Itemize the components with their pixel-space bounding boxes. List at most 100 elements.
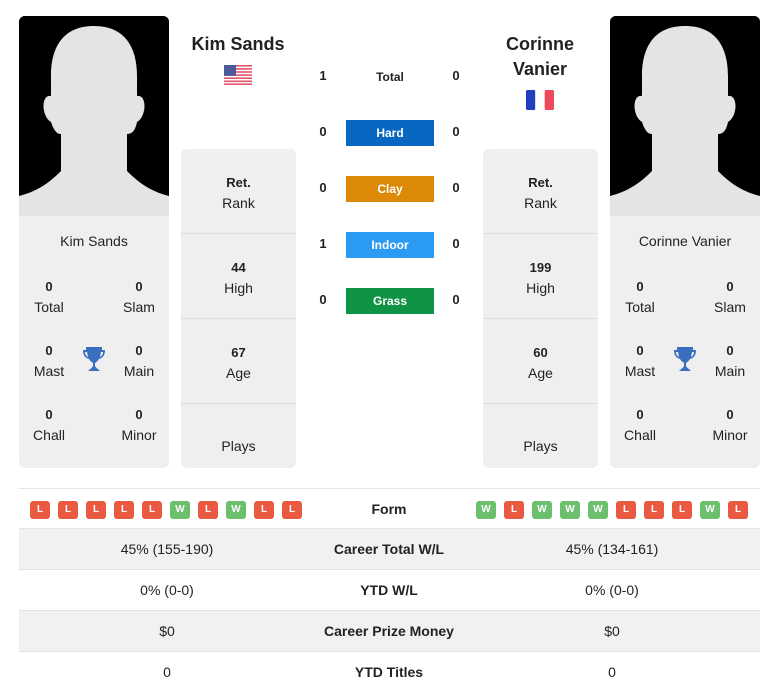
- player1-form-badges: LLLLLWLWLL: [30, 501, 302, 519]
- h2h-p2-count: 0: [452, 292, 460, 307]
- player1-titles-main: 0 Main: [109, 341, 169, 381]
- titles-main-label: Main: [714, 363, 746, 379]
- form-label: Form: [371, 501, 407, 517]
- titles-mast-label: Mast: [33, 363, 65, 379]
- form-win-badge[interactable]: W: [170, 501, 190, 519]
- form-loss-badge[interactable]: L: [142, 501, 162, 519]
- player1-age: 67 Age: [181, 319, 296, 404]
- player1-titles-mast: 0 Mast: [19, 341, 79, 381]
- h2h-p1-count: 1: [319, 68, 327, 83]
- rank-label: Rank: [222, 195, 255, 211]
- row-label: YTD Titles: [354, 664, 424, 680]
- form-loss-badge[interactable]: L: [30, 501, 50, 519]
- player2-form-badges: WLWWWLLLWL: [476, 501, 748, 519]
- trophy-icon: [83, 347, 105, 371]
- player2-header: Corinne Vanier: [475, 32, 605, 110]
- form-win-badge[interactable]: W: [560, 501, 580, 519]
- form-loss-badge[interactable]: L: [86, 501, 106, 519]
- comparison-row-prize-money: $0 Career Prize Money $0: [19, 611, 760, 652]
- high-value: 199: [529, 260, 552, 275]
- player1-value: 0: [163, 664, 171, 680]
- comparison-row-ytd-titles: 0 YTD Titles 0: [19, 652, 760, 693]
- player1-titles-chall: 0 Chall: [19, 405, 79, 445]
- player2-value: 0: [608, 664, 616, 680]
- form-win-badge[interactable]: W: [226, 501, 246, 519]
- form-loss-badge[interactable]: L: [114, 501, 134, 519]
- rank-value: Ret.: [226, 175, 251, 190]
- h2h-row-hard: 0 Hard 0: [310, 120, 470, 146]
- row-label: YTD W/L: [360, 582, 418, 598]
- titles-main-value: 0: [135, 343, 143, 358]
- form-loss-badge[interactable]: L: [198, 501, 218, 519]
- titles-minor-value: 0: [135, 407, 143, 422]
- player1-titles-total: 0 Total: [19, 277, 79, 317]
- form-loss-badge[interactable]: L: [672, 501, 692, 519]
- form-loss-badge[interactable]: L: [504, 501, 524, 519]
- rank-value: Ret.: [528, 175, 553, 190]
- surface-indoor-button[interactable]: Indoor: [346, 232, 434, 258]
- form-loss-badge[interactable]: L: [254, 501, 274, 519]
- player2-plays: Plays: [483, 404, 598, 468]
- form-win-badge[interactable]: W: [588, 501, 608, 519]
- player2-stats-card: Ret. Rank 199 High 60 Age Plays: [483, 149, 598, 468]
- player1-rank: Ret. Rank: [181, 149, 296, 234]
- titles-mast-label: Mast: [624, 363, 656, 379]
- player2-titles-card: Corinne Vanier 0 Total 0 Slam 0 Mast 0 M…: [610, 216, 760, 468]
- trophy-icon: [674, 347, 696, 371]
- player1-value: 45% (155-190): [120, 541, 214, 557]
- player2-titles-chall: 0 Chall: [610, 405, 670, 445]
- row-label: Career Total W/L: [333, 541, 445, 557]
- h2h-row-indoor: 1 Indoor 0: [310, 232, 470, 258]
- titles-minor-value: 0: [726, 407, 734, 422]
- player2-high: 199 High: [483, 234, 598, 319]
- h2h-p1-count: 0: [319, 124, 327, 139]
- age-label: Age: [528, 365, 553, 381]
- player1-titles-minor: 0 Minor: [109, 405, 169, 445]
- player2-name-line1[interactable]: Corinne: [475, 32, 605, 57]
- france-flag-icon: [526, 90, 554, 110]
- player2-age: 60 Age: [483, 319, 598, 404]
- player1-value: $0: [159, 623, 175, 639]
- form-row: LLLLLWLWLL Form WLWWWLLLWL: [19, 488, 760, 529]
- titles-chall-label: Chall: [624, 427, 656, 443]
- h2h-p1-count: 0: [319, 292, 327, 307]
- titles-slam-value: 0: [135, 279, 143, 294]
- form-loss-badge[interactable]: L: [282, 501, 302, 519]
- form-win-badge[interactable]: W: [532, 501, 552, 519]
- usa-flag-icon: [224, 65, 252, 85]
- h2h-p2-count: 0: [452, 236, 460, 251]
- player1-photo: [19, 16, 169, 216]
- comparison-row-career-total: 45% (155-190) Career Total W/L 45% (134-…: [19, 529, 760, 570]
- player2-name-line2[interactable]: Vanier: [475, 57, 605, 82]
- age-value: 67: [231, 345, 246, 360]
- player2-titles-minor: 0 Minor: [700, 405, 760, 445]
- player2-value: 0% (0-0): [585, 582, 639, 598]
- player2-value: $0: [604, 623, 620, 639]
- titles-slam-label: Slam: [714, 299, 746, 315]
- player1-value: 0% (0-0): [140, 582, 194, 598]
- form-loss-badge[interactable]: L: [616, 501, 636, 519]
- titles-main-label: Main: [123, 363, 155, 379]
- player2-name-label: Corinne Vanier: [638, 233, 732, 249]
- titles-mast-value: 0: [45, 343, 53, 358]
- h2h-row-grass: 0 Grass 0: [310, 288, 470, 314]
- row-label: Career Prize Money: [324, 623, 454, 639]
- plays-label: Plays: [221, 438, 256, 454]
- titles-minor-label: Minor: [121, 427, 157, 443]
- surface-grass-button[interactable]: Grass: [346, 288, 434, 314]
- form-loss-badge[interactable]: L: [728, 501, 748, 519]
- player1-name[interactable]: Kim Sands: [173, 32, 303, 57]
- form-loss-badge[interactable]: L: [58, 501, 78, 519]
- titles-total-value: 0: [45, 279, 53, 294]
- player1-stats-card: Ret. Rank 44 High 67 Age Plays: [181, 149, 296, 468]
- h2h-p2-count: 0: [452, 68, 460, 83]
- form-win-badge[interactable]: W: [476, 501, 496, 519]
- player1-high: 44 High: [181, 234, 296, 319]
- h2h-p2-count: 0: [452, 124, 460, 139]
- form-loss-badge[interactable]: L: [644, 501, 664, 519]
- form-win-badge[interactable]: W: [700, 501, 720, 519]
- surface-clay-button[interactable]: Clay: [346, 176, 434, 202]
- surface-hard-button[interactable]: Hard: [346, 120, 434, 146]
- titles-minor-label: Minor: [712, 427, 748, 443]
- titles-chall-value: 0: [636, 407, 644, 422]
